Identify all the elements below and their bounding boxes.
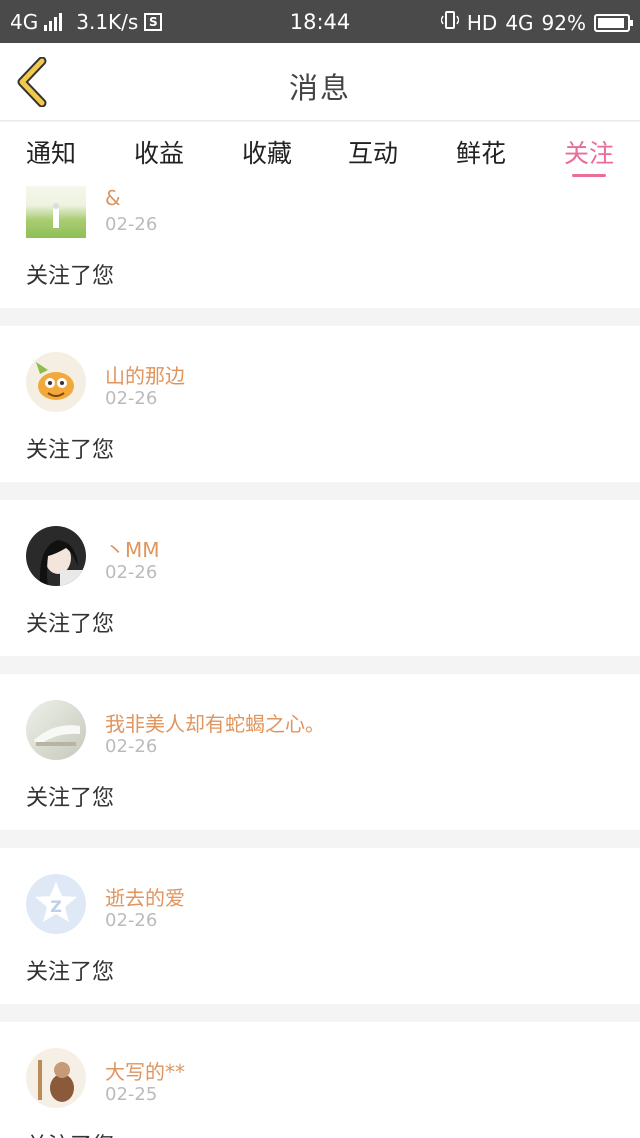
tab-following[interactable]: 关注 — [549, 134, 629, 170]
avatar[interactable] — [26, 700, 86, 760]
tab-notifications[interactable]: 通知 — [11, 134, 91, 170]
message-text: 关注了您 — [26, 264, 115, 289]
message-text: 关注了您 — [26, 438, 115, 463]
svg-text:Z: Z — [50, 897, 62, 916]
username[interactable]: 我非美人却有蛇蝎之心。 — [105, 708, 325, 737]
username[interactable]: 丶MM — [105, 534, 160, 563]
message-date: 02-26 — [105, 214, 158, 235]
status-right: HD 4G 92% — [440, 10, 633, 35]
battery-percent: 92% — [541, 10, 586, 35]
tab-favorites[interactable]: 收藏 — [227, 134, 307, 170]
avatar[interactable] — [26, 1048, 86, 1108]
username[interactable]: 逝去的爱 — [105, 882, 185, 911]
message-date: 02-26 — [105, 910, 158, 931]
message-item[interactable]: 我非美人却有蛇蝎之心。 02-26 关注了您 — [0, 674, 640, 830]
message-item[interactable]: Z 逝去的爱 02-26 关注了您 — [0, 848, 640, 1004]
username[interactable]: 大写的** — [105, 1056, 185, 1085]
message-text: 关注了您 — [26, 786, 115, 811]
tab-flowers[interactable]: 鲜花 — [441, 134, 521, 170]
avatar[interactable]: Z — [26, 874, 86, 934]
message-text: 关注了您 — [26, 1128, 114, 1138]
tab-bar: 通知 收益 收藏 互动 鲜花 关注 — [0, 122, 640, 186]
message-date: 02-26 — [105, 736, 158, 757]
message-item[interactable]: & 02-26 关注了您 — [0, 186, 640, 308]
tab-earnings[interactable]: 收益 — [119, 134, 199, 170]
message-list[interactable]: & 02-26 关注了您 山的那边 02-26 关注了您 丶MM 02-26 关… — [0, 186, 640, 1138]
message-item[interactable]: 山的那边 02-26 关注了您 — [0, 326, 640, 482]
message-item[interactable]: 大写的** 02-25 关注了您 — [0, 1022, 640, 1138]
page-title: 消息 — [288, 71, 351, 105]
message-date: 02-25 — [105, 1084, 158, 1105]
message-date: 02-26 — [105, 388, 158, 409]
vibrate-icon — [440, 10, 460, 35]
avatar[interactable] — [26, 186, 86, 238]
nav-bar: 消息 — [0, 43, 640, 121]
network-label-right: 4G — [505, 10, 534, 35]
message-text: 关注了您 — [26, 960, 115, 985]
username[interactable]: & — [105, 186, 121, 210]
message-date: 02-26 — [105, 562, 158, 583]
active-tab-indicator — [572, 174, 606, 177]
status-bar: 4G 3.1K/s S 18:44 HD 4G 92% — [0, 0, 640, 43]
hd-label: HD — [466, 10, 498, 35]
avatar[interactable] — [26, 352, 86, 412]
message-item[interactable]: 丶MM 02-26 关注了您 — [0, 500, 640, 656]
message-text: 关注了您 — [26, 612, 115, 637]
avatar[interactable] — [26, 526, 86, 586]
tab-interactions[interactable]: 互动 — [333, 134, 413, 170]
battery-icon — [594, 13, 633, 32]
username[interactable]: 山的那边 — [105, 360, 185, 389]
